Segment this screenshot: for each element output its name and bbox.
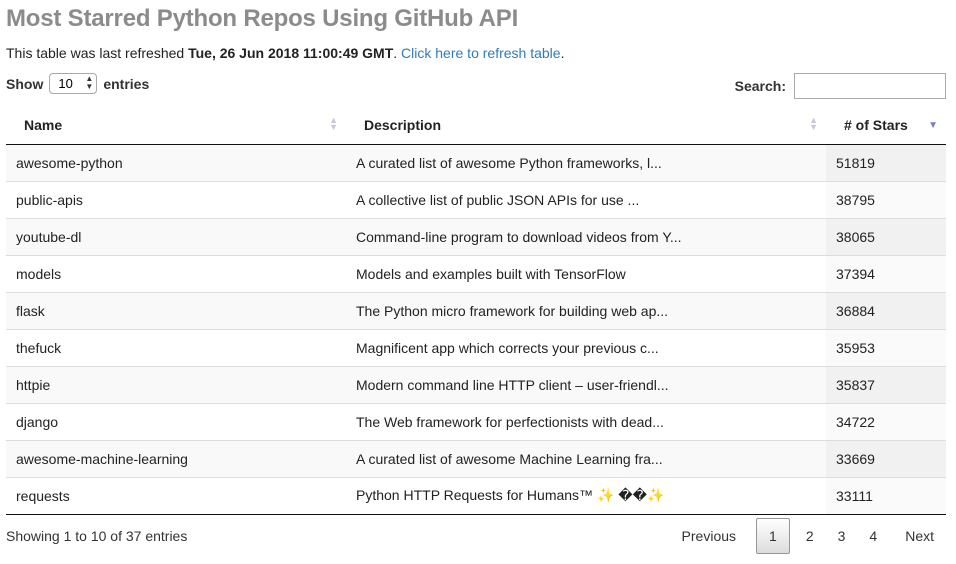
table-header-row: Name ▲ ▼ Description ▲ ▼ # of Stars ▼ (6, 106, 946, 145)
page: Most Starred Python Repos Using GitHub A… (0, 0, 956, 564)
table-row[interactable]: httpie Modern command line HTTP client –… (6, 365, 946, 403)
search-control: Search: (735, 73, 946, 99)
column-header-description[interactable]: Description ▲ ▼ (346, 106, 826, 145)
refresh-suffix: . (560, 45, 565, 61)
repo-description-cell: Models and examples built with TensorFlo… (346, 254, 826, 292)
repo-name-cell: httpie (6, 365, 346, 403)
column-header-stars[interactable]: # of Stars ▼ (826, 106, 946, 145)
table-info: Showing 1 to 10 of 37 entries (6, 528, 188, 544)
table-row[interactable]: models Models and examples built with Te… (6, 254, 946, 292)
refresh-time: Tue, 26 Jun 2018 11:00:49 GMT (188, 45, 394, 61)
table-row[interactable]: awesome-python A curated list of awesome… (6, 144, 946, 181)
page-button-2[interactable]: 2 (794, 518, 826, 554)
page-button-1[interactable]: 1 (756, 518, 790, 554)
repo-stars-cell: 33111 (826, 476, 946, 515)
repo-description-cell: A collective list of public JSON APIs fo… (346, 180, 826, 218)
repo-description-cell: A curated list of awesome Machine Learni… (346, 439, 826, 477)
page-title: Most Starred Python Repos Using GitHub A… (6, 5, 519, 32)
repo-stars-cell: 35953 (826, 328, 946, 366)
repo-name-cell: django (6, 402, 346, 440)
pagination: Previous 1 2 3 4 Next (670, 518, 946, 554)
repo-name-cell: models (6, 254, 346, 292)
repo-name-cell: flask (6, 291, 346, 329)
refresh-status: This table was last refreshed Tue, 26 Ju… (6, 45, 564, 61)
table-row[interactable]: requests Python HTTP Requests for Humans… (6, 476, 946, 515)
repo-stars-cell: 38795 (826, 180, 946, 218)
repo-name-cell: requests (6, 476, 346, 515)
table-row[interactable]: thefuck Magnificent app which corrects y… (6, 328, 946, 366)
search-input[interactable] (794, 73, 946, 99)
sort-both-icon: ▲ ▼ (329, 115, 338, 132)
repo-name-cell: thefuck (6, 328, 346, 366)
repo-description-cell: The Python micro framework for building … (346, 291, 826, 329)
column-header-label: Description (364, 116, 442, 133)
repo-description-cell: Python HTTP Requests for Humans™ ✨ ��✨ (346, 476, 826, 515)
repo-description-cell: The Web framework for perfectionists wit… (346, 402, 826, 440)
repos-table: Name ▲ ▼ Description ▲ ▼ # of Stars ▼ awes… (6, 106, 946, 515)
repo-name-cell: awesome-python (6, 144, 346, 181)
repo-description-cell: Command-line program to download videos … (346, 217, 826, 255)
repo-stars-cell: 51819 (826, 144, 946, 181)
table-row[interactable]: django The Web framework for perfectioni… (6, 402, 946, 440)
next-page-button[interactable]: Next (889, 518, 946, 554)
length-select-wrapper: 10 ▲ ▼ (47, 73, 99, 94)
repo-stars-cell: 33669 (826, 439, 946, 477)
column-header-name[interactable]: Name ▲ ▼ (6, 106, 346, 145)
sort-both-icon: ▲ ▼ (809, 115, 818, 132)
entries-length-control: Show 10 ▲ ▼ entries (6, 73, 149, 94)
repo-name-cell: youtube-dl (6, 217, 346, 255)
refresh-prefix: This table was last refreshed (6, 45, 189, 61)
length-prefix-label: Show (6, 75, 44, 92)
repo-description-cell: Magnificent app which corrects your prev… (346, 328, 826, 366)
repo-name-cell: awesome-machine-learning (6, 439, 346, 477)
table-row[interactable]: youtube-dl Command-line program to downl… (6, 217, 946, 255)
length-suffix-label: entries (103, 75, 150, 92)
table-row[interactable]: public-apis A collective list of public … (6, 180, 946, 218)
repo-stars-cell: 34722 (826, 402, 946, 440)
column-header-label: # of Stars (844, 116, 908, 133)
table-row[interactable]: awesome-machine-learning A curated list … (6, 439, 946, 477)
repo-stars-cell: 35837 (826, 365, 946, 403)
entries-per-page-select[interactable]: 10 (49, 73, 98, 94)
page-button-3[interactable]: 3 (826, 518, 858, 554)
repo-description-cell: Modern command line HTTP client – user-f… (346, 365, 826, 403)
sort-desc-icon: ▼ (928, 120, 938, 131)
repo-stars-cell: 37394 (826, 254, 946, 292)
repo-name-cell: public-apis (6, 180, 346, 218)
search-label: Search: (734, 78, 786, 94)
page-button-4[interactable]: 4 (857, 518, 889, 554)
repo-stars-cell: 36884 (826, 291, 946, 329)
refresh-table-link[interactable]: Click here to refresh table (401, 45, 561, 61)
previous-page-button[interactable]: Previous (670, 518, 752, 554)
table-row[interactable]: flask The Python micro framework for bui… (6, 291, 946, 329)
refresh-separator: . (393, 45, 402, 61)
column-header-label: Name (24, 116, 63, 133)
repo-stars-cell: 38065 (826, 217, 946, 255)
repo-description-cell: A curated list of awesome Python framewo… (346, 144, 826, 181)
